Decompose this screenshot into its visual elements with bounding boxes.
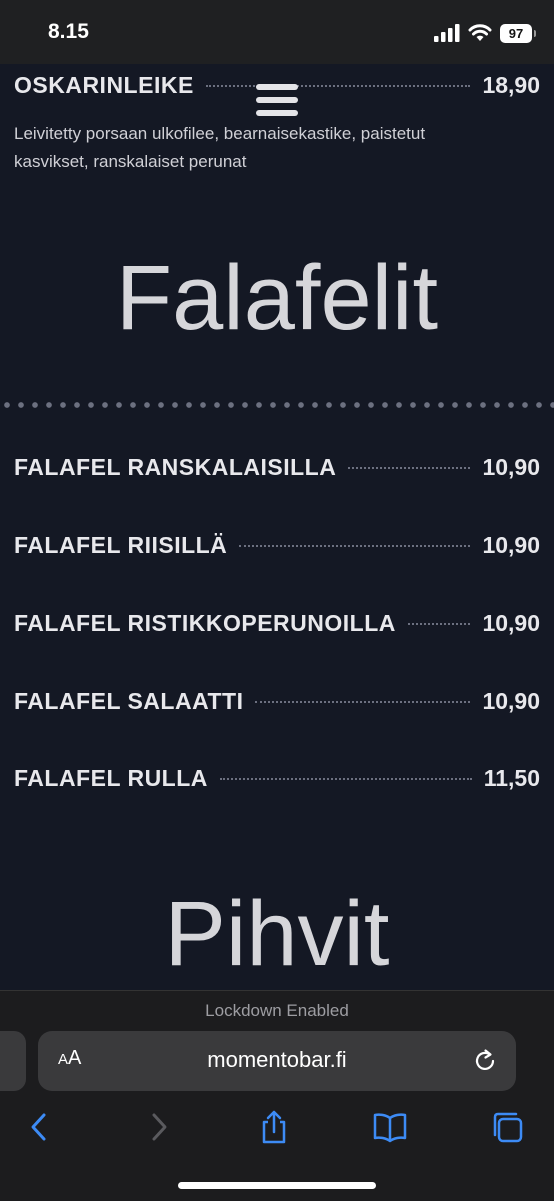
battery-level: 97	[508, 25, 524, 41]
status-icons: 97	[434, 22, 536, 44]
browser-chrome: Lockdown Enabled AA momentobar.fi	[0, 990, 554, 1201]
item-name: FALAFEL RISTIKKOPERUNOILLA	[14, 610, 396, 636]
hamburger-menu-icon[interactable]	[256, 84, 298, 116]
back-icon[interactable]	[22, 1109, 58, 1145]
reload-icon[interactable]	[472, 1048, 498, 1074]
item-price: 18,90	[482, 72, 540, 98]
lockdown-status: Lockdown Enabled	[205, 1001, 349, 1020]
dotted-leader	[348, 466, 471, 469]
bookmarks-icon[interactable]	[372, 1109, 408, 1145]
section-title-falafelit: Falafelit	[115, 247, 439, 349]
share-icon[interactable]	[256, 1109, 292, 1145]
item-price: 10,90	[482, 454, 540, 480]
dotted-leader	[239, 544, 471, 547]
status-bar: 8.15 97	[0, 0, 554, 64]
menu-page: OSKARINLEIKE 18,90 Leivitetty porsaan ul…	[0, 64, 554, 990]
item-price: 10,90	[482, 532, 540, 558]
battery-icon: 97	[500, 23, 536, 43]
item-price: 11,50	[483, 765, 540, 791]
item-description: Leivitetty porsaan ulkofilee, bearnaisek…	[14, 124, 426, 171]
section-title-pihvit: Pihvit	[164, 883, 390, 985]
item-price: 10,90	[482, 688, 540, 714]
dotted-leader	[407, 622, 471, 625]
dotted-leader	[255, 700, 471, 703]
url-text[interactable]: momentobar.fi	[38, 1047, 516, 1073]
cellular-signal-icon	[434, 24, 460, 42]
menu-item: FALAFEL RANSKALAISILLA 10,90	[14, 454, 540, 481]
forward-icon[interactable]	[140, 1109, 176, 1145]
menu-item: FALAFEL RISTIKKOPERUNOILLA 10,90	[14, 610, 540, 637]
item-name: OSKARINLEIKE	[14, 72, 194, 98]
item-name: FALAFEL RANSKALAISILLA	[14, 454, 337, 480]
section-divider	[0, 402, 554, 408]
item-name: FALAFEL RULLA	[14, 765, 208, 791]
previous-tab-peek[interactable]	[0, 1031, 26, 1091]
item-name: FALAFEL SALAATTI	[14, 688, 244, 714]
tabs-icon[interactable]	[490, 1109, 526, 1145]
dotted-leader	[219, 777, 472, 780]
address-bar[interactable]: AA momentobar.fi	[38, 1031, 516, 1091]
wifi-icon	[468, 24, 492, 41]
menu-item: FALAFEL SALAATTI 10,90	[14, 688, 540, 715]
home-indicator[interactable]	[178, 1182, 376, 1189]
menu-item: FALAFEL RULLA 11,50	[14, 765, 540, 792]
dotted-leader	[205, 84, 471, 87]
item-name: FALAFEL RIISILLÄ	[14, 532, 228, 558]
status-time: 8.15	[48, 20, 89, 43]
menu-item: FALAFEL RIISILLÄ 10,90	[14, 532, 540, 559]
item-price: 10,90	[482, 610, 540, 636]
